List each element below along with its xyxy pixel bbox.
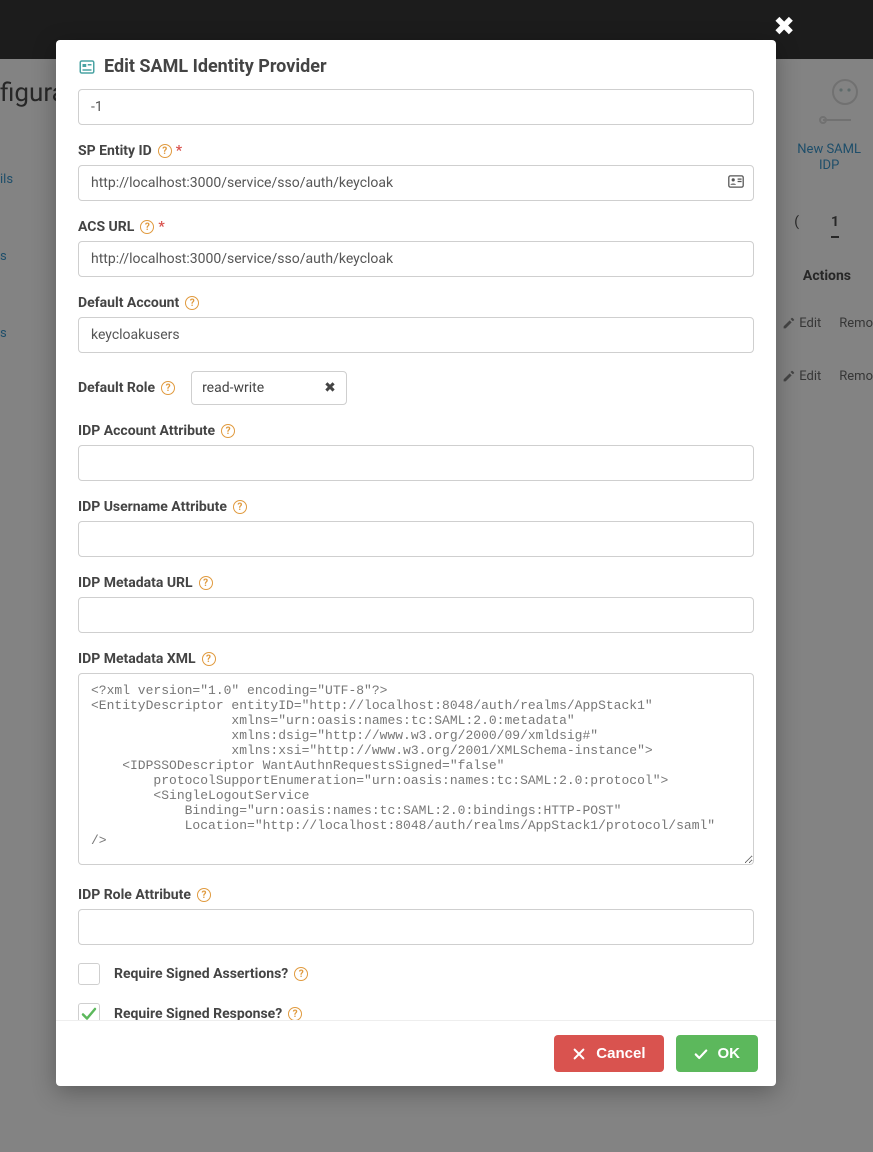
help-icon[interactable]: ? [288,1007,302,1020]
help-icon[interactable]: ? [161,381,175,395]
idp-metadata-url-input[interactable] [78,597,754,633]
rank-input[interactable] [78,89,754,125]
field-sp-entity-id: SP Entity ID ? * [78,143,754,201]
help-icon[interactable]: ? [294,967,308,981]
field-default-account: Default Account ? [78,295,754,353]
ok-button[interactable]: OK [676,1035,759,1072]
require-signed-assertions-row: Require Signed Assertions? ? [78,963,754,985]
check-icon [694,1047,708,1061]
idp-role-attribute-input[interactable] [78,909,754,945]
idp-account-attribute-input[interactable] [78,445,754,481]
idp-username-attribute-input[interactable] [78,521,754,557]
help-icon[interactable]: ? [185,296,199,310]
label: IDP Metadata URL [78,575,193,591]
require-signed-response-row: Require Signed Response? ? [78,1003,754,1020]
help-icon[interactable]: ? [202,652,216,666]
remove-chip-icon[interactable]: ✖ [324,380,336,396]
label: IDP Role Attribute [78,887,191,903]
required-mark: * [176,143,182,159]
help-icon[interactable]: ? [199,576,213,590]
label: SP Entity ID [78,143,152,159]
cancel-button[interactable]: Cancel [554,1035,663,1072]
help-icon[interactable]: ? [221,424,235,438]
label: Require Signed Assertions? [114,966,288,982]
label: Default Account [78,295,179,311]
modal-header: Edit SAML Identity Provider [56,40,776,85]
role-chip[interactable]: read-write ✖ [191,371,347,405]
id-card-icon[interactable] [728,174,744,193]
field-acs-url: ACS URL ? * [78,219,754,277]
chip-label: read-write [202,380,264,396]
edit-saml-idp-modal: Edit SAML Identity Provider SP Entity ID… [56,40,776,1086]
modal-footer: Cancel OK [56,1020,776,1086]
default-account-input[interactable] [78,317,754,353]
modal-title: Edit SAML Identity Provider [104,56,327,77]
acs-url-input[interactable] [78,241,754,277]
help-icon[interactable]: ? [158,144,172,158]
field-default-role: Default Role ? read-write ✖ [78,371,754,405]
help-icon[interactable]: ? [140,220,154,234]
require-signed-response-checkbox[interactable] [78,1003,100,1020]
required-mark: * [158,219,164,235]
label: ACS URL [78,219,134,235]
require-signed-assertions-checkbox[interactable] [78,963,100,985]
close-icon[interactable]: ✖ [773,12,795,42]
idp-metadata-xml-textarea[interactable] [78,673,754,865]
field-idp-account-attribute: IDP Account Attribute ? [78,423,754,481]
modal-body: SP Entity ID ? * ACS URL ? * Default Acc… [56,85,776,1020]
label: OK [718,1045,741,1062]
label: Default Role [78,380,155,396]
sp-entity-id-input[interactable] [78,165,754,201]
help-icon[interactable]: ? [197,888,211,902]
field-rank [78,89,754,125]
field-idp-metadata-xml: IDP Metadata XML ? [78,651,754,869]
id-card-icon [78,58,96,76]
label: IDP Metadata XML [78,651,196,667]
field-idp-role-attribute: IDP Role Attribute ? [78,887,754,945]
label: IDP Username Attribute [78,499,227,515]
label: IDP Account Attribute [78,423,215,439]
label: Cancel [596,1045,645,1062]
label: Require Signed Response? [114,1006,282,1020]
cancel-icon [572,1047,586,1061]
field-idp-metadata-url: IDP Metadata URL ? [78,575,754,633]
help-icon[interactable]: ? [233,500,247,514]
check-icon [81,1006,97,1020]
field-idp-username-attribute: IDP Username Attribute ? [78,499,754,557]
